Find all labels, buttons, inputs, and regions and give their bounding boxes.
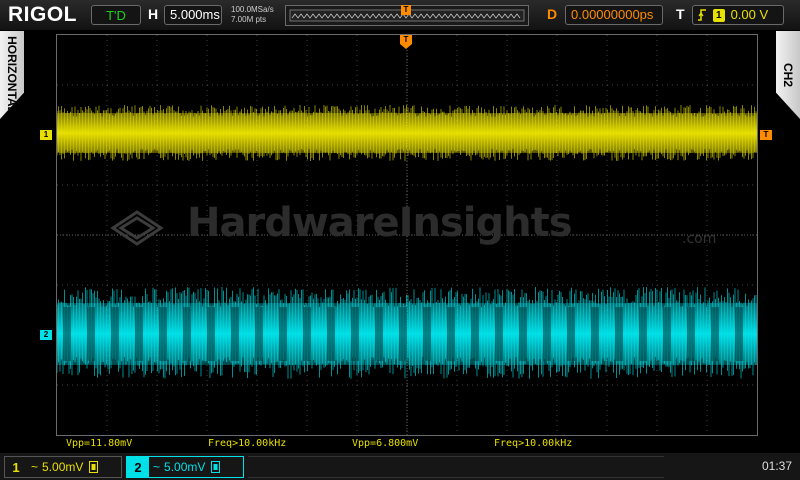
memory-trigger-marker: T: [401, 5, 411, 15]
delay-label: D: [547, 6, 558, 22]
ch1-status-box[interactable]: 1 ~ 5.00mV: [4, 456, 122, 478]
ch1-vpp-measurement: Vpp=11.80mV: [66, 438, 133, 449]
trigger-level-marker[interactable]: T: [760, 130, 772, 140]
horizontal-menu-tab[interactable]: HORIZONTAL: [0, 31, 24, 119]
horizontal-tab-label: HORIZONTAL: [5, 36, 19, 114]
bandwidth-limit-icon: [89, 461, 99, 473]
ch2-freq-measurement: Freq>10.00kHz: [494, 438, 573, 449]
hardware-chip-icon: [110, 210, 164, 246]
trigger-position-marker[interactable]: T: [400, 35, 412, 49]
watermark-text: HardwareInsights: [187, 200, 573, 246]
ch1-offset-marker[interactable]: 1: [40, 130, 52, 140]
top-status-bar: RIGOL T'D H 5.000ms 100.0MSa/s 7.00M pts…: [0, 0, 800, 30]
watermark: HardwareInsights .com: [107, 198, 747, 258]
ch2-vpp-measurement: Vpp=6.800mV: [352, 438, 419, 449]
ch1-scale: 5.00mV: [42, 460, 84, 474]
ch2-trace-banding: [63, 307, 743, 361]
memory-position-bar[interactable]: T: [285, 5, 529, 26]
timebase-scale-field[interactable]: 5.000ms: [164, 5, 222, 25]
bottom-status-bar: 1 ~ 5.00mV 2 ~ 5.00mV 01:37: [0, 453, 800, 480]
clock: 01:37: [761, 459, 792, 473]
ch2-scale: 5.00mV: [164, 460, 206, 474]
trigger-arrow-icon: [400, 44, 412, 49]
run-status-indicator[interactable]: T'D: [91, 5, 141, 25]
ch1-number: 1: [12, 459, 20, 475]
ch2-menu-tab[interactable]: CH2: [776, 31, 800, 119]
waveform-display[interactable]: HardwareInsights .com: [56, 34, 758, 436]
ac-coupling-icon: ~: [153, 460, 161, 474]
ch1-freq-measurement: Freq>10.00kHz: [208, 438, 287, 449]
ch2-tab-label: CH2: [781, 62, 795, 88]
ch2-offset-marker[interactable]: 2: [40, 330, 52, 340]
trigger-position-label: T: [400, 35, 412, 44]
watermark-suffix: .com: [682, 231, 717, 247]
trigger-label: T: [676, 6, 685, 22]
timebase-label: H: [148, 6, 159, 22]
rising-edge-icon: [698, 9, 706, 21]
trigger-level-value: 0.00 V: [730, 7, 769, 22]
ch2-number: 2: [127, 457, 149, 477]
trigger-settings-field[interactable]: 1 0.00 V: [692, 5, 784, 25]
trigger-source-badge: 1: [713, 8, 725, 22]
measurement-row: Vpp=11.80mV Freq>10.00kHz Vpp=6.800mV Fr…: [0, 437, 800, 451]
ch2-status-box[interactable]: 2 ~ 5.00mV: [126, 456, 244, 478]
rigol-logo: RIGOL: [8, 3, 77, 26]
delay-value-field[interactable]: 0.00000000ps: [565, 5, 663, 25]
empty-status-slot: [248, 456, 664, 478]
memory-depth-readout: 7.00M pts: [231, 15, 267, 24]
ac-coupling-icon: ~: [31, 460, 39, 474]
sample-rate-readout: 100.0MSa/s: [231, 5, 274, 14]
bandwidth-limit-icon: [211, 461, 221, 473]
